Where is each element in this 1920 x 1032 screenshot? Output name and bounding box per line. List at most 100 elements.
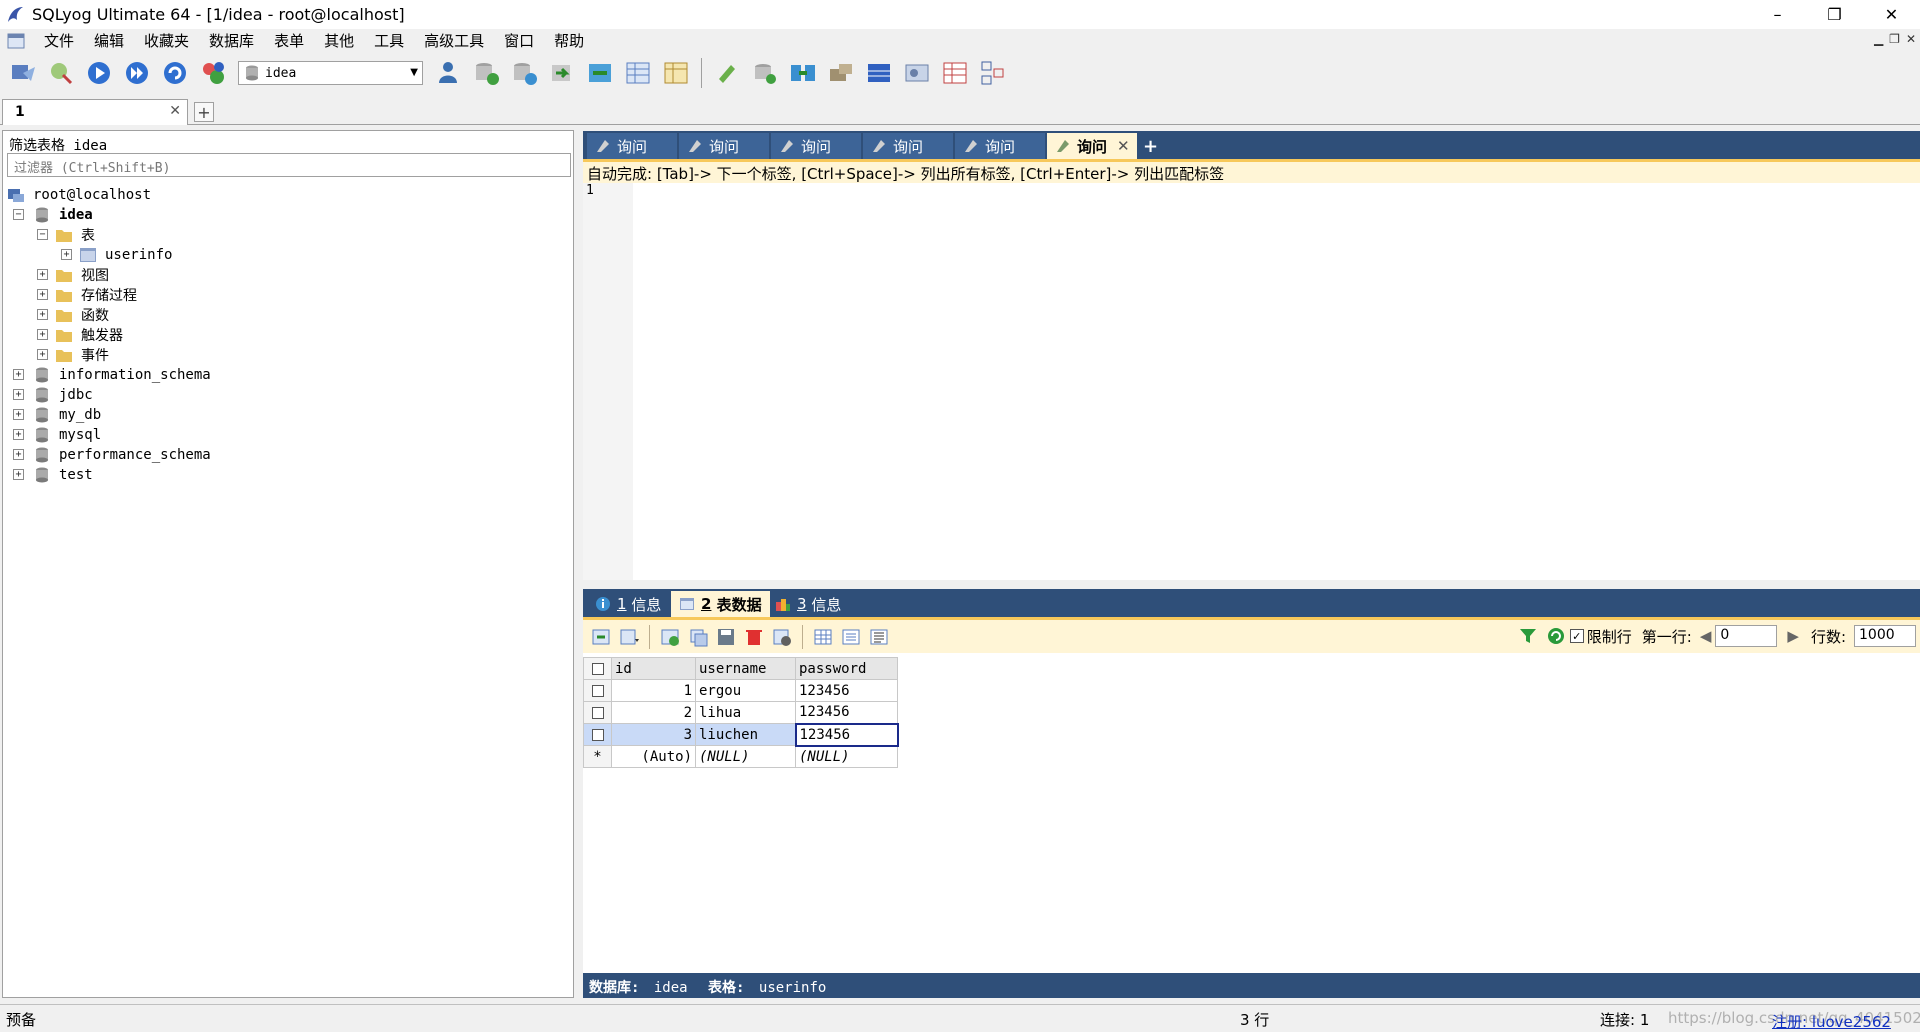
- tree-node-database[interactable]: + my_db: [3, 405, 573, 425]
- schema-designer-icon[interactable]: [197, 57, 229, 89]
- cell-username[interactable]: liuchen: [695, 723, 796, 746]
- cell-password[interactable]: 123456: [795, 679, 898, 702]
- tree-node-database[interactable]: + jdbc: [3, 385, 573, 405]
- row-checkbox[interactable]: [583, 701, 612, 724]
- table-row[interactable]: 2 lihua 123456: [583, 701, 898, 724]
- cell-username[interactable]: (NULL): [695, 745, 796, 768]
- menu-tools[interactable]: 工具: [364, 29, 414, 53]
- menu-favorites[interactable]: 收藏夹: [134, 29, 199, 53]
- backup-database-icon[interactable]: [470, 57, 502, 89]
- tree-node-database[interactable]: + mysql: [3, 425, 573, 445]
- add-connection-button[interactable]: +: [194, 102, 214, 122]
- menu-window[interactable]: 窗口: [494, 29, 544, 53]
- table-row[interactable]: 1 ergou 123456: [583, 679, 898, 702]
- row-checkbox[interactable]: [583, 679, 612, 702]
- first-row-input[interactable]: 0: [1715, 625, 1778, 647]
- expand-icon[interactable]: +: [13, 429, 24, 440]
- refresh-icon[interactable]: [159, 57, 191, 89]
- cell-password[interactable]: 123456: [795, 701, 898, 724]
- cell-id[interactable]: 3: [611, 723, 696, 746]
- cell-id[interactable]: (Auto): [611, 745, 696, 768]
- scheduled-job-icon[interactable]: [825, 57, 857, 89]
- mdi-restore-icon[interactable]: ❐: [1889, 32, 1900, 46]
- tree-node-database[interactable]: + information_schema: [3, 365, 573, 385]
- system-menu-icon[interactable]: [6, 32, 26, 50]
- text-view-icon[interactable]: [867, 625, 891, 649]
- register-link[interactable]: 注册: luove2562: [1772, 1011, 1891, 1032]
- new-row[interactable]: * (Auto) (NULL) (NULL): [583, 745, 898, 768]
- refresh-icon[interactable]: [1544, 624, 1568, 648]
- tree-node-userinfo[interactable]: + userinfo: [3, 245, 573, 265]
- import-dropdown-icon[interactable]: [617, 625, 641, 649]
- data-search-icon[interactable]: [711, 57, 743, 89]
- collapse-icon[interactable]: −: [37, 229, 48, 240]
- duplicate-row-icon[interactable]: [686, 625, 710, 649]
- cancel-changes-icon[interactable]: [770, 625, 794, 649]
- tree-node-database[interactable]: + performance_schema: [3, 445, 573, 465]
- insert-row-icon[interactable]: [658, 625, 682, 649]
- restore-button[interactable]: ❐: [1806, 0, 1863, 29]
- form-view-icon[interactable]: [839, 625, 863, 649]
- connection-tab[interactable]: 1 ✕: [2, 99, 188, 125]
- filter-input[interactable]: 过滤器 (Ctrl+Shift+B): [7, 153, 571, 177]
- table-data-icon[interactable]: [622, 57, 654, 89]
- row-checkbox[interactable]: [583, 723, 612, 746]
- menu-database[interactable]: 数据库: [199, 29, 264, 53]
- menu-table[interactable]: 表单: [264, 29, 314, 53]
- expand-icon[interactable]: +: [37, 269, 48, 280]
- tab-query-3[interactable]: 询问: [771, 133, 861, 159]
- delete-row-icon[interactable]: [742, 625, 766, 649]
- expand-icon[interactable]: +: [13, 389, 24, 400]
- next-page-icon[interactable]: ▶: [1787, 627, 1799, 645]
- table-editor-icon[interactable]: [939, 57, 971, 89]
- tab-query-2[interactable]: 询问: [679, 133, 769, 159]
- schema-sync-icon[interactable]: [749, 57, 781, 89]
- menu-help[interactable]: 帮助: [544, 29, 594, 53]
- query-builder-icon[interactable]: [660, 57, 692, 89]
- mdi-close-icon[interactable]: ✕: [1906, 32, 1916, 46]
- menu-edit[interactable]: 编辑: [84, 29, 134, 53]
- minimize-button[interactable]: –: [1749, 0, 1806, 29]
- save-icon[interactable]: [714, 625, 738, 649]
- export-icon[interactable]: [589, 625, 613, 649]
- new-query-icon[interactable]: [45, 57, 77, 89]
- tree-node-views[interactable]: + 视图: [3, 265, 573, 285]
- close-icon[interactable]: ✕: [169, 103, 181, 119]
- execute-all-icon[interactable]: [121, 57, 153, 89]
- query-editor[interactable]: 1: [583, 183, 1920, 580]
- table-row-selected[interactable]: 3 liuchen 123456: [583, 722, 899, 747]
- cell-username[interactable]: ergou: [695, 679, 796, 702]
- limit-rows-checkbox[interactable]: ✓: [1569, 629, 1584, 643]
- tab-query-active[interactable]: 询问 ✕: [1047, 133, 1137, 159]
- tree-node-procedures[interactable]: + 存储过程: [3, 285, 573, 305]
- chevron-down-icon[interactable]: ▼: [410, 67, 418, 78]
- tab-query-1[interactable]: 询问: [587, 133, 677, 159]
- notification-icon[interactable]: [863, 57, 895, 89]
- menu-file[interactable]: 文件: [34, 29, 84, 53]
- grid-view-icon[interactable]: [811, 625, 835, 649]
- restore-database-icon[interactable]: [508, 57, 540, 89]
- expand-icon[interactable]: +: [37, 349, 48, 360]
- data-sync-icon[interactable]: [787, 57, 819, 89]
- add-query-tab-button[interactable]: +: [1143, 136, 1158, 157]
- schema-tree-icon[interactable]: [977, 57, 1009, 89]
- sync-icon[interactable]: [584, 57, 616, 89]
- expand-icon[interactable]: +: [37, 309, 48, 320]
- previous-page-icon[interactable]: ◀: [1700, 627, 1712, 645]
- tree-node-root[interactable]: root@localhost: [3, 185, 573, 205]
- cell-username[interactable]: lihua: [695, 701, 796, 724]
- column-header-id[interactable]: id: [611, 657, 696, 680]
- mdi-minimize-icon[interactable]: ▁: [1874, 32, 1883, 46]
- collapse-icon[interactable]: −: [13, 209, 24, 220]
- expand-icon[interactable]: +: [37, 289, 48, 300]
- tree-node-tables[interactable]: − 表: [3, 225, 573, 245]
- tab-query-4[interactable]: 询问: [863, 133, 953, 159]
- database-selector[interactable]: idea ▼: [238, 61, 423, 85]
- tab-info[interactable]: 3 信息: [767, 591, 849, 617]
- column-header-password[interactable]: password: [795, 657, 898, 680]
- tree-node-events[interactable]: + 事件: [3, 345, 573, 365]
- execute-query-icon[interactable]: [83, 57, 115, 89]
- menu-powertools[interactable]: 高级工具: [414, 29, 494, 53]
- import-icon[interactable]: [546, 57, 578, 89]
- expand-icon[interactable]: +: [13, 409, 24, 420]
